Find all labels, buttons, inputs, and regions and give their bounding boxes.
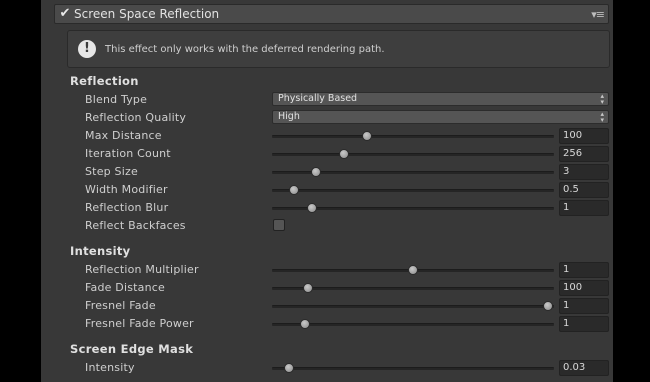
- fresnel-fade-slider[interactable]: [272, 305, 554, 308]
- fade-distance-label: Fade Distance: [85, 281, 166, 294]
- help-text: This effect only works with the deferred…: [105, 44, 385, 55]
- iteration-count-row: Iteration Count 256: [0, 145, 650, 163]
- fade-distance-field[interactable]: 100: [559, 280, 609, 296]
- context-menu-icon[interactable]: ▾≡: [591, 7, 605, 22]
- iteration-count-field[interactable]: 256: [559, 146, 609, 162]
- max-distance-row: Max Distance 100: [0, 127, 650, 145]
- iteration-count-label: Iteration Count: [85, 147, 171, 160]
- dropdown-arrow-icon: ▴ ▾: [600, 110, 604, 124]
- edge-mask-intensity-row: Intensity 0.03: [0, 359, 650, 377]
- reflection-multiplier-row: Reflection Multiplier 1: [0, 261, 650, 279]
- slider-thumb[interactable]: [306, 203, 317, 213]
- enabled-checkbox[interactable]: ✔: [58, 7, 72, 21]
- reflection-quality-row: Reflection Quality High ▴ ▾: [0, 109, 650, 127]
- dropdown-arrow-icon: ▴ ▾: [600, 92, 604, 106]
- fresnel-fade-power-row: Fresnel Fade Power 1: [0, 315, 650, 333]
- max-distance-label: Max Distance: [85, 129, 162, 142]
- slider-thumb[interactable]: [408, 265, 418, 275]
- slider-thumb[interactable]: [543, 301, 553, 311]
- width-modifier-row: Width Modifier 0.5: [0, 181, 650, 199]
- fresnel-fade-power-slider[interactable]: [272, 323, 554, 326]
- step-size-field[interactable]: 3: [559, 164, 609, 180]
- edge-mask-intensity-slider[interactable]: [272, 367, 554, 370]
- edge-mask-intensity-field[interactable]: 0.03: [559, 360, 609, 376]
- reflection-multiplier-field[interactable]: 1: [559, 262, 609, 278]
- fresnel-fade-power-label: Fresnel Fade Power: [85, 317, 194, 330]
- slider-thumb[interactable]: [362, 131, 373, 141]
- width-modifier-label: Width Modifier: [85, 183, 168, 196]
- width-modifier-field[interactable]: 0.5: [559, 182, 609, 198]
- reflection-quality-value: High: [278, 111, 300, 122]
- section-reflection: Reflection: [70, 74, 139, 88]
- component-header[interactable]: ✔ Screen Space Reflection ▾≡: [54, 4, 609, 24]
- fade-distance-slider[interactable]: [272, 287, 554, 290]
- max-distance-slider[interactable]: [272, 135, 554, 138]
- max-distance-field[interactable]: 100: [559, 128, 609, 144]
- slider-thumb[interactable]: [310, 167, 321, 177]
- reflection-blur-label: Reflection Blur: [85, 201, 169, 214]
- component-title: Screen Space Reflection: [74, 7, 220, 21]
- blend-type-value: Physically Based: [278, 93, 358, 104]
- fresnel-fade-row: Fresnel Fade 1: [0, 297, 650, 315]
- step-size-label: Step Size: [85, 165, 138, 178]
- warning-icon: !: [78, 40, 96, 58]
- blend-type-label: Blend Type: [85, 93, 148, 106]
- reflect-backfaces-row: Reflect Backfaces: [0, 217, 650, 235]
- reflection-quality-dropdown[interactable]: High ▴ ▾: [272, 110, 609, 124]
- reflect-backfaces-checkbox[interactable]: [273, 219, 285, 231]
- section-intensity: Intensity: [70, 244, 131, 258]
- fresnel-fade-power-field[interactable]: 1: [559, 316, 609, 332]
- slider-thumb[interactable]: [302, 283, 313, 293]
- fade-distance-row: Fade Distance 100: [0, 279, 650, 297]
- blend-type-dropdown[interactable]: Physically Based ▴ ▾: [272, 92, 609, 106]
- fresnel-fade-field[interactable]: 1: [559, 298, 609, 314]
- step-size-row: Step Size 3: [0, 163, 650, 181]
- fresnel-fade-label: Fresnel Fade: [85, 299, 156, 312]
- reflect-backfaces-label: Reflect Backfaces: [85, 219, 186, 232]
- slider-thumb[interactable]: [339, 149, 350, 159]
- slider-thumb[interactable]: [289, 185, 300, 195]
- blend-type-row: Blend Type Physically Based ▴ ▾: [0, 91, 650, 109]
- reflection-multiplier-label: Reflection Multiplier: [85, 263, 199, 276]
- reflection-quality-label: Reflection Quality: [85, 111, 187, 124]
- slider-thumb[interactable]: [300, 319, 310, 329]
- iteration-count-slider[interactable]: [272, 153, 554, 156]
- reflection-blur-field[interactable]: 1: [559, 200, 609, 216]
- width-modifier-slider[interactable]: [272, 189, 554, 192]
- reflection-blur-row: Reflection Blur 1: [0, 199, 650, 217]
- edge-mask-intensity-label: Intensity: [85, 361, 135, 374]
- slider-thumb[interactable]: [283, 363, 294, 373]
- section-screen-edge-mask: Screen Edge Mask: [70, 342, 194, 356]
- help-box: ! This effect only works with the deferr…: [67, 30, 610, 68]
